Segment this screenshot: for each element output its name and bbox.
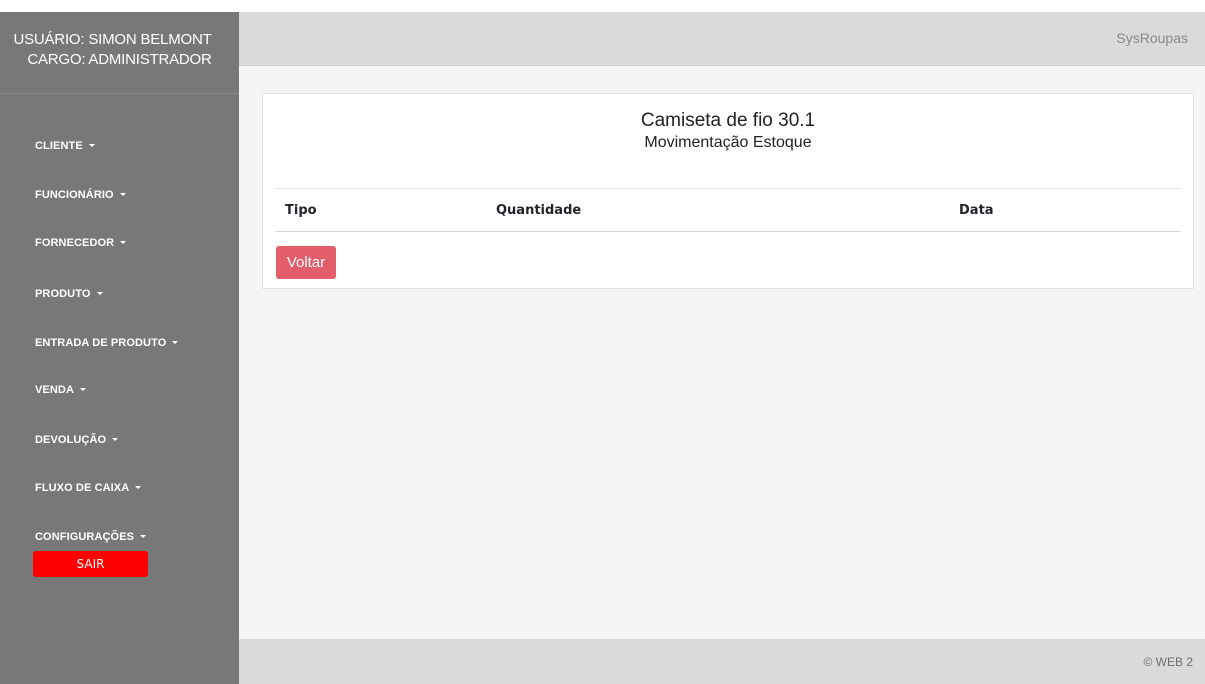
sidebar-item-label: FUNCIONÁRIO <box>35 189 114 201</box>
sidebar-item-produto[interactable]: PRODUTO <box>35 288 103 300</box>
caret-down-icon <box>88 144 95 147</box>
column-header-data: Data <box>959 203 994 218</box>
sidebar: USUÁRIO: SIMON BELMONT CARGO: ADMINISTRA… <box>0 12 239 684</box>
top-navbar: SysRoupas <box>239 12 1205 66</box>
sidebar-item-venda[interactable]: VENDA <box>35 384 87 396</box>
sidebar-item-label: DEVOLUÇÃO <box>35 434 107 446</box>
sidebar-item-configuracoes[interactable]: CONFIGURAÇÕES <box>35 531 147 543</box>
sidebar-item-label: FORNECEDOR <box>35 237 115 249</box>
sidebar-item-label: PRODUTO <box>35 288 91 300</box>
sidebar-item-cliente[interactable]: CLIENTE <box>35 140 95 152</box>
caret-down-icon <box>112 438 119 441</box>
caret-down-icon <box>96 292 103 295</box>
caret-down-icon <box>135 486 142 489</box>
brand-link[interactable]: SysRoupas <box>1116 30 1188 46</box>
user-name: USUÁRIO: SIMON BELMONT <box>13 31 212 48</box>
sidebar-item-fluxo-caixa[interactable]: FLUXO DE CAIXA <box>35 482 142 494</box>
page-subtitle: Movimentação Estoque <box>644 134 812 151</box>
caret-down-icon <box>120 241 127 244</box>
caret-down-icon <box>119 193 126 196</box>
sidebar-item-label: FLUXO DE CAIXA <box>35 482 130 494</box>
table-header-border <box>275 231 1181 232</box>
sidebar-item-funcionario[interactable]: FUNCIONÁRIO <box>35 189 126 201</box>
sidebar-item-label: ENTRADA DE PRODUTO <box>35 337 167 349</box>
table-top-border <box>275 188 1181 189</box>
footer: © WEB 2 <box>239 639 1205 684</box>
stock-movement-card: Camiseta de fio 30.1 Movimentação Estoqu… <box>262 93 1194 289</box>
sidebar-item-devolucao[interactable]: DEVOLUÇÃO <box>35 434 119 446</box>
caret-down-icon <box>140 535 147 538</box>
caret-down-icon <box>80 388 87 391</box>
sidebar-item-label: CLIENTE <box>35 140 83 152</box>
column-header-quantidade: Quantidade <box>496 203 582 218</box>
sidebar-item-label: VENDA <box>35 384 75 396</box>
back-button[interactable]: Voltar <box>276 246 336 279</box>
user-info: USUÁRIO: SIMON BELMONT CARGO: ADMINISTRA… <box>0 12 239 94</box>
product-title: Camiseta de fio 30.1 <box>640 110 816 131</box>
sidebar-item-entrada-produto[interactable]: ENTRADA DE PRODUTO <box>35 337 179 349</box>
caret-down-icon <box>172 341 179 344</box>
copyright-text: © WEB 2 <box>1143 655 1193 669</box>
logout-button[interactable]: SAIR <box>33 551 148 577</box>
main-content: Camiseta de fio 30.1 Movimentação Estoqu… <box>239 66 1205 639</box>
sidebar-item-label: CONFIGURAÇÕES <box>35 531 135 543</box>
user-role: CARGO: ADMINISTRADOR <box>27 51 212 68</box>
column-header-tipo: Tipo <box>285 203 317 218</box>
sidebar-item-fornecedor[interactable]: FORNECEDOR <box>35 237 127 249</box>
